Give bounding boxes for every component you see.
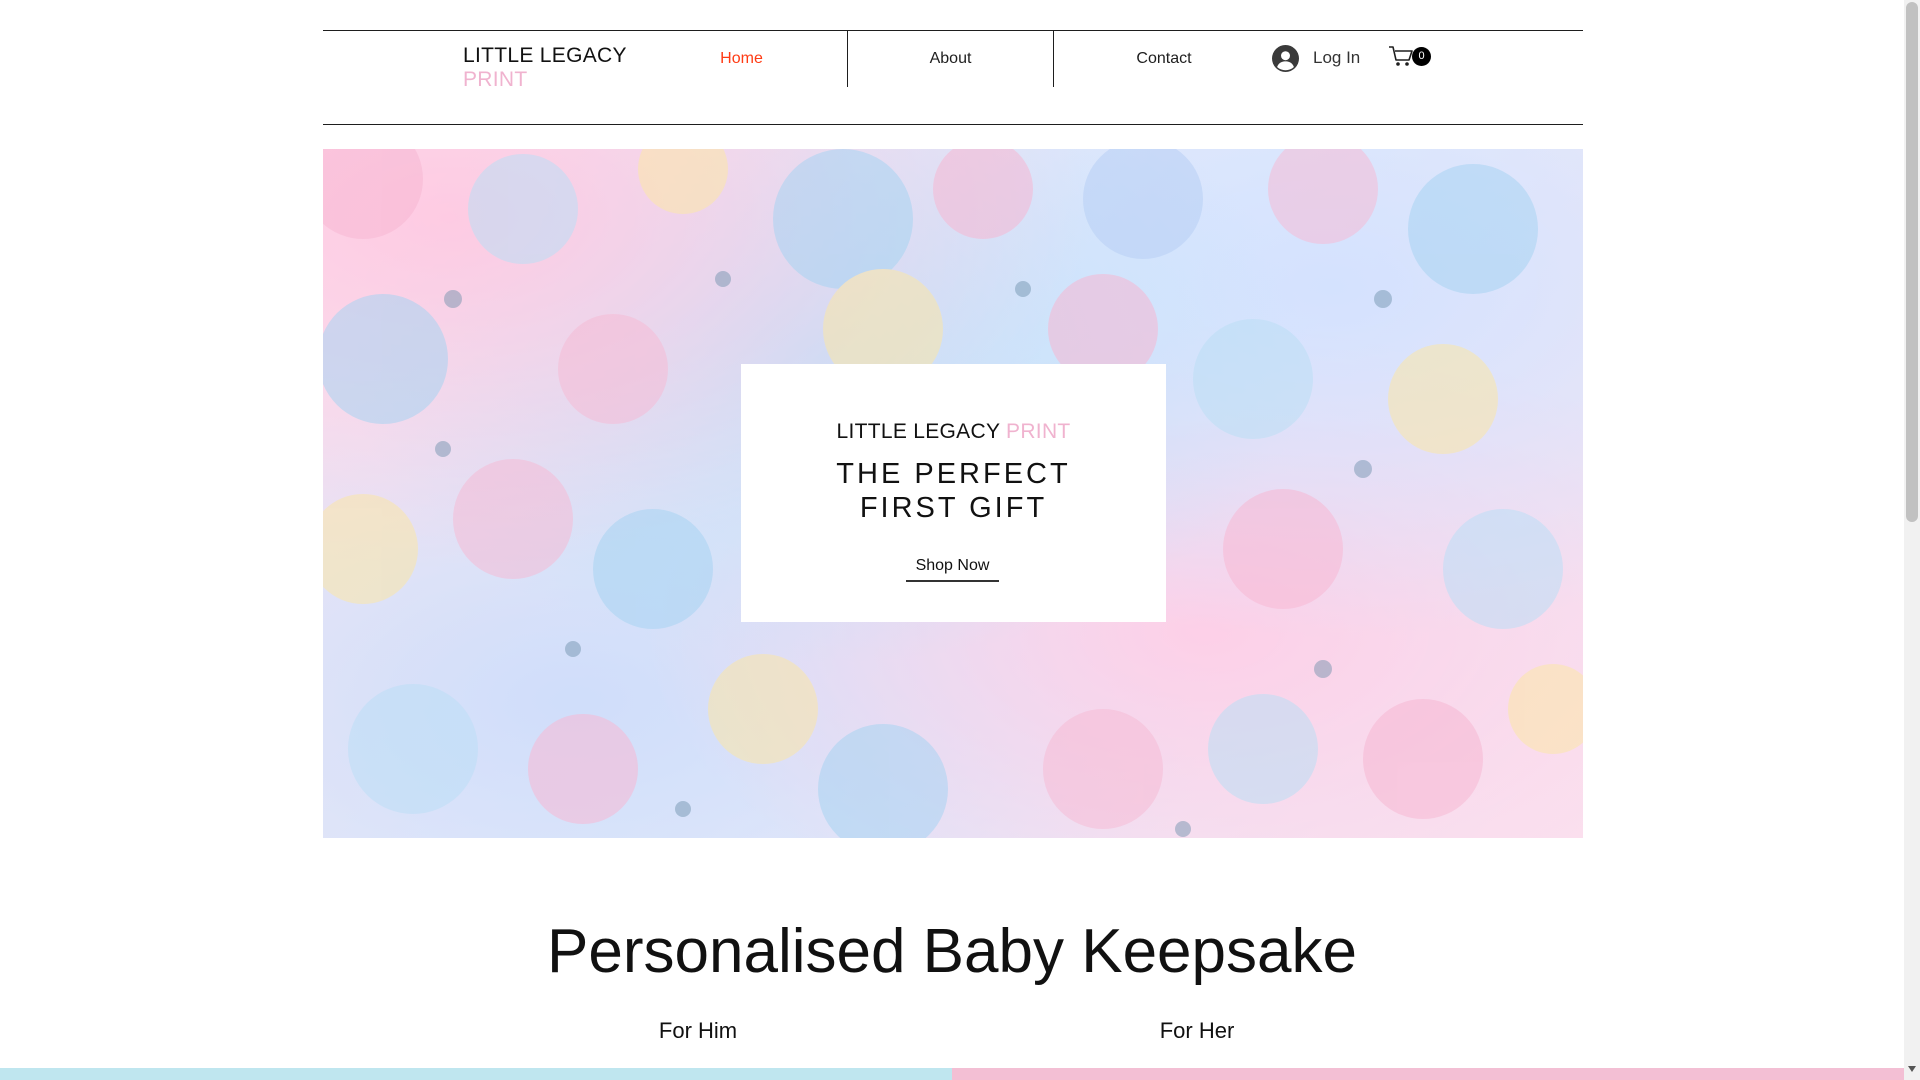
for-him-label: For Him xyxy=(658,1018,738,1043)
main-nav: Home About Contact xyxy=(636,31,1274,87)
shop-now-button[interactable]: Shop Now xyxy=(906,552,999,582)
scrollbar-thumb[interactable] xyxy=(1906,2,1918,522)
hero-brand-secondary: PRINT xyxy=(1006,420,1071,443)
hero-brand: LITTLE LEGACY PRINT xyxy=(741,420,1166,444)
page: LITTLE LEGACY PRINT Home About Contact L… xyxy=(0,0,1920,1080)
cart-count-badge: 0 xyxy=(1412,46,1431,66)
nav-item-about[interactable]: About xyxy=(847,31,1054,87)
hero-headline-line1: THE PERFECT xyxy=(836,458,1071,490)
login-button[interactable]: Log In xyxy=(1272,42,1360,74)
hero-card: LITTLE LEGACY PRINT THE PERFECT FIRST GI… xyxy=(741,364,1166,622)
cart-button[interactable]: 0 xyxy=(1388,44,1431,68)
scroll-down-arrow-icon[interactable] xyxy=(1908,1066,1916,1072)
user-avatar-icon xyxy=(1272,44,1299,72)
site-logo[interactable]: LITTLE LEGACY PRINT xyxy=(463,44,663,92)
logo-text-secondary: PRINT xyxy=(463,68,528,91)
hero-brand-primary: LITTLE LEGACY xyxy=(836,420,1000,443)
for-her-banner[interactable] xyxy=(952,1068,1904,1080)
section-title: Personalised Baby Keepsake xyxy=(547,917,1357,986)
nav-item-home[interactable]: Home xyxy=(636,31,847,87)
shopping-cart-icon xyxy=(1389,46,1413,66)
hero-headline: THE PERFECT FIRST GIFT xyxy=(741,457,1166,525)
hero-headline-line2: FIRST GIFT xyxy=(859,492,1048,524)
nav-item-contact[interactable]: Contact xyxy=(1054,31,1274,87)
logo-text-primary: LITTLE LEGACY xyxy=(463,44,627,67)
header-bottom-divider xyxy=(323,124,1583,125)
hero-banner: LITTLE LEGACY PRINT THE PERFECT FIRST GI… xyxy=(323,149,1583,838)
for-him-banner[interactable] xyxy=(0,1068,952,1080)
login-label: Log In xyxy=(1313,48,1361,67)
for-her-label: For Her xyxy=(1159,1018,1235,1043)
